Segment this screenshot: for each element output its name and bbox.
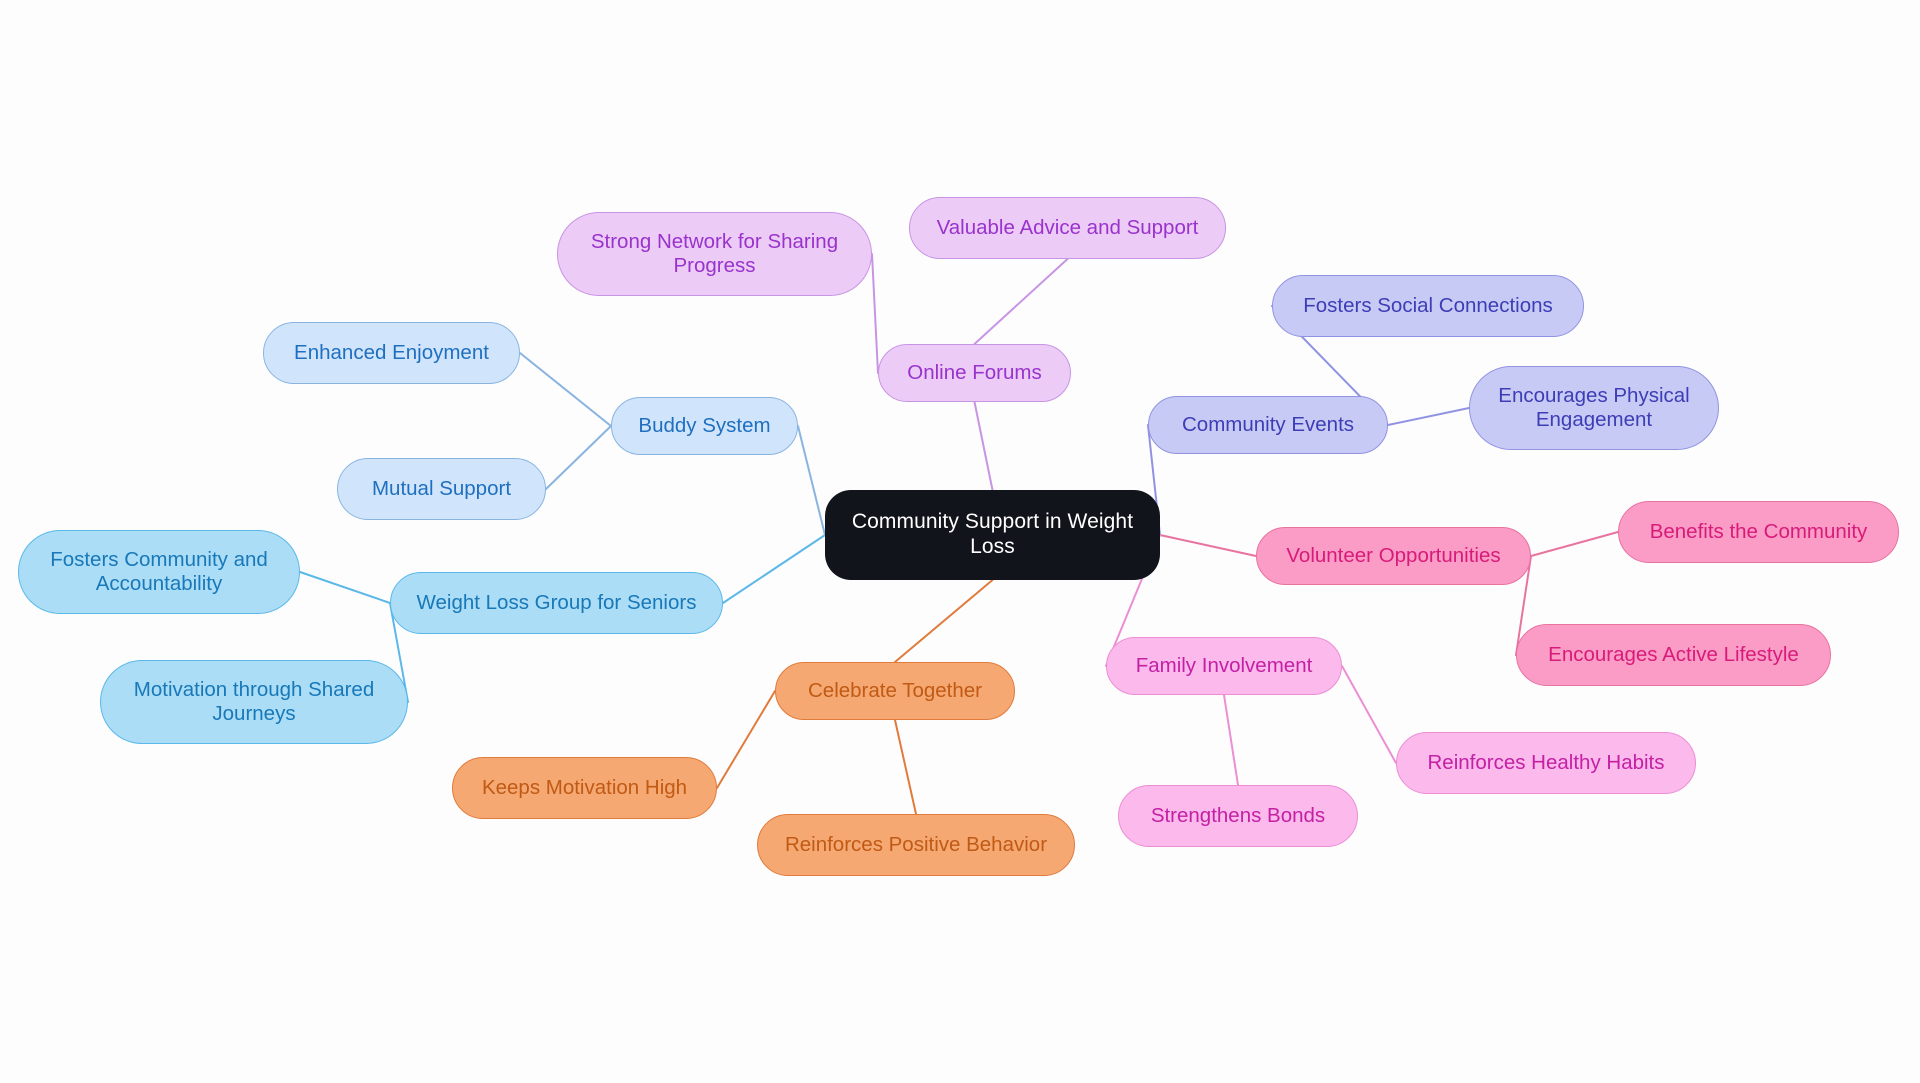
mindmap-node-fosters-community[interactable]: Fosters Community and Accountability — [18, 530, 300, 614]
mindmap-edge-family-involvement-to-strengthens-bonds — [1223, 694, 1239, 786]
node-label: Weight Loss Group for Seniors — [416, 590, 697, 614]
mindmap-node-valuable-advice[interactable]: Valuable Advice and Support — [909, 197, 1226, 259]
mindmap-edge-root-to-weight-loss-group — [722, 534, 826, 604]
node-label: Volunteer Opportunities — [1286, 543, 1501, 567]
mindmap-edge-family-involvement-to-reinforces-habits — [1341, 665, 1397, 764]
mindmap-edge-buddy-system-to-mutual-support — [545, 425, 612, 490]
mindmap-node-strengthens-bonds[interactable]: Strengthens Bonds — [1118, 785, 1358, 847]
node-label: Encourages Active Lifestyle — [1548, 642, 1799, 666]
mindmap-edge-buddy-system-to-enhanced-enjoyment — [519, 352, 612, 427]
mindmap-node-reinforces-habits[interactable]: Reinforces Healthy Habits — [1396, 732, 1696, 794]
node-label: Community Support in Weight Loss — [851, 510, 1134, 558]
node-label: Mutual Support — [371, 476, 512, 500]
mindmap-edge-root-to-buddy-system — [797, 425, 826, 536]
node-label: Community Events — [1181, 412, 1355, 436]
mindmap-node-benefits-community[interactable]: Benefits the Community — [1618, 501, 1899, 563]
mindmap-edge-community-events-to-encourages-physical — [1387, 407, 1470, 426]
node-label: Fosters Community and Accountability — [50, 547, 268, 595]
mindmap-edge-weight-loss-group-to-fosters-community — [299, 571, 391, 604]
node-label: Reinforces Positive Behavior — [784, 832, 1048, 856]
node-label: Strengthens Bonds — [1150, 803, 1326, 827]
mindmap-node-strong-network[interactable]: Strong Network for Sharing Progress — [557, 212, 872, 296]
node-label: Buddy System — [638, 413, 771, 437]
mindmap-node-enhanced-enjoyment[interactable]: Enhanced Enjoyment — [263, 322, 520, 384]
mindmap-edge-root-to-celebrate-together — [894, 579, 994, 663]
node-label: Keeps Motivation High — [481, 775, 688, 799]
mindmap-edge-root-to-volunteer-opportunities — [1159, 534, 1257, 557]
mindmap-node-motivation-shared[interactable]: Motivation through Shared Journeys — [100, 660, 408, 744]
mindmap-node-community-events[interactable]: Community Events — [1148, 396, 1388, 454]
mindmap-node-online-forums[interactable]: Online Forums — [878, 344, 1071, 402]
mindmap-edge-online-forums-to-valuable-advice — [973, 258, 1069, 345]
mindmap-node-celebrate-together[interactable]: Celebrate Together — [775, 662, 1015, 720]
node-label: Reinforces Healthy Habits — [1427, 750, 1665, 774]
mindmap-canvas: Community Support in Weight Loss Online F… — [0, 0, 1920, 1083]
mindmap-edge-celebrate-together-to-reinforces-positive — [894, 719, 917, 815]
node-label: Enhanced Enjoyment — [294, 340, 489, 364]
node-label: Celebrate Together — [808, 678, 982, 702]
node-label: Strong Network for Sharing Progress — [590, 229, 839, 277]
mindmap-node-reinforces-positive[interactable]: Reinforces Positive Behavior — [757, 814, 1075, 876]
mindmap-edge-root-to-online-forums — [973, 401, 994, 491]
mindmap-node-mutual-support[interactable]: Mutual Support — [337, 458, 546, 520]
node-label: Benefits the Community — [1649, 519, 1868, 543]
mindmap-node-buddy-system[interactable]: Buddy System — [611, 397, 798, 455]
mindmap-node-keeps-motivation[interactable]: Keeps Motivation High — [452, 757, 717, 819]
node-label: Motivation through Shared Journeys — [133, 677, 375, 725]
node-label: Valuable Advice and Support — [936, 215, 1199, 239]
mindmap-node-weight-loss-group[interactable]: Weight Loss Group for Seniors — [390, 572, 723, 634]
node-label: Family Involvement — [1135, 653, 1313, 677]
node-label: Encourages Physical Engagement — [1498, 383, 1690, 431]
node-label: Fosters Social Connections — [1303, 293, 1553, 317]
mindmap-node-encourages-physical[interactable]: Encourages Physical Engagement — [1469, 366, 1719, 450]
mindmap-node-fosters-social[interactable]: Fosters Social Connections — [1272, 275, 1584, 337]
mindmap-edge-volunteer-opportunities-to-benefits-community — [1530, 531, 1619, 557]
mindmap-node-volunteer-opportunities[interactable]: Volunteer Opportunities — [1256, 527, 1531, 585]
node-label: Online Forums — [907, 360, 1042, 384]
mindmap-root-node[interactable]: Community Support in Weight Loss — [825, 490, 1160, 580]
mindmap-node-family-involvement[interactable]: Family Involvement — [1106, 637, 1342, 695]
mindmap-edge-celebrate-together-to-keeps-motivation — [716, 690, 776, 789]
mindmap-node-encourages-active[interactable]: Encourages Active Lifestyle — [1516, 624, 1831, 686]
mindmap-edge-online-forums-to-strong-network — [871, 253, 879, 374]
